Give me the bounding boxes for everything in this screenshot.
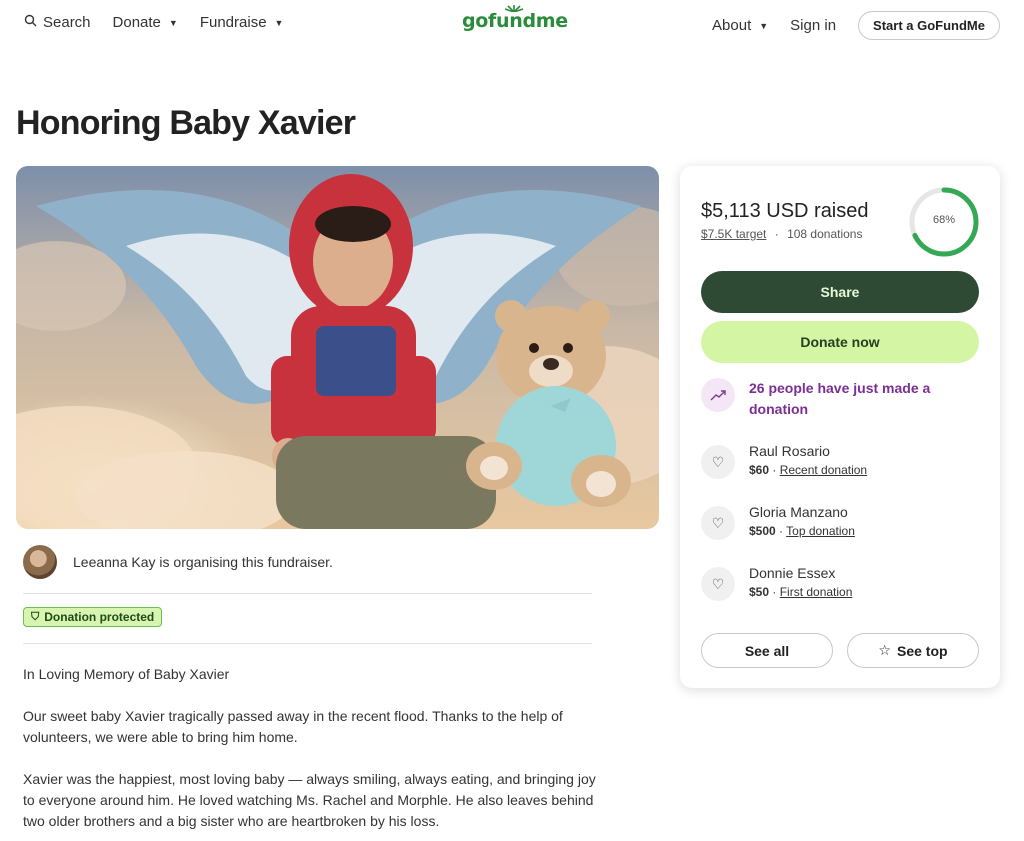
divider bbox=[23, 643, 592, 644]
hero-image bbox=[16, 166, 659, 529]
amount-raised: $5,113 USD raised bbox=[701, 200, 869, 222]
donor-item: ♡ Donnie Essex $50 · First donation bbox=[701, 563, 852, 601]
fundraise-menu[interactable]: Fundraise ▼ bbox=[200, 14, 284, 31]
search-icon bbox=[24, 14, 37, 31]
story-paragraph: Xavier was the happiest, most loving bab… bbox=[23, 771, 596, 829]
story-text: In Loving Memory of Baby Xavier Our swee… bbox=[23, 664, 598, 841]
donor-item: ♡ Raul Rosario $60 · Recent donation bbox=[701, 441, 867, 479]
heart-hand-icon: ♡ bbox=[701, 445, 735, 479]
target-line: $7.5K target · 108 donations bbox=[701, 227, 862, 241]
about-menu[interactable]: About ▼ bbox=[712, 17, 768, 34]
donor-name: Donnie Essex bbox=[749, 565, 836, 581]
donation-count: 108 donations bbox=[787, 227, 863, 241]
see-top-label: See top bbox=[896, 642, 948, 659]
share-button[interactable]: Share bbox=[701, 271, 979, 313]
organiser-avatar[interactable] bbox=[23, 545, 57, 579]
search-link[interactable]: Search bbox=[24, 14, 91, 31]
donor-amount: $60 bbox=[749, 463, 770, 477]
donor-tag[interactable]: Top donation bbox=[786, 524, 855, 538]
chevron-down-icon: ▼ bbox=[274, 17, 284, 28]
star-icon: ☆ bbox=[878, 642, 891, 658]
heart-hand-icon: ♡ bbox=[701, 506, 735, 540]
donor-meta: $50 · First donation bbox=[749, 585, 853, 599]
trending-up-icon bbox=[701, 378, 735, 412]
donor-tag[interactable]: First donation bbox=[780, 585, 853, 599]
gofundme-logo[interactable]: gofundme bbox=[462, 5, 568, 32]
donor-amount: $50 bbox=[749, 585, 770, 599]
logo-sprout-icon bbox=[504, 5, 524, 12]
story-paragraph: Our sweet baby Xavier tragically passed … bbox=[23, 708, 563, 745]
story-paragraph: In Loving Memory of Baby Xavier bbox=[23, 666, 230, 682]
logo-text: gofundme bbox=[462, 10, 568, 32]
organiser-row: Leeanna Kay is organising this fundraise… bbox=[23, 545, 333, 579]
nav-left: Search Donate ▼ Fundraise ▼ bbox=[24, 14, 283, 31]
donor-amount: $500 bbox=[749, 524, 776, 538]
separator: · bbox=[774, 227, 779, 241]
search-label: Search bbox=[43, 14, 91, 31]
badge-label: Donation protected bbox=[44, 610, 155, 624]
signin-link[interactable]: Sign in bbox=[790, 17, 836, 34]
see-top-button[interactable]: ☆ See top bbox=[847, 633, 979, 668]
donor-meta: $500 · Top donation bbox=[749, 524, 855, 538]
donor-tag[interactable]: Recent donation bbox=[780, 463, 867, 477]
chevron-down-icon: ▼ bbox=[759, 20, 769, 31]
start-gofundme-button[interactable]: Start a GoFundMe bbox=[858, 11, 1000, 40]
shield-icon: ⛉ bbox=[31, 610, 40, 623]
target-link[interactable]: $7.5K target bbox=[701, 227, 766, 241]
donor-name: Raul Rosario bbox=[749, 443, 830, 459]
see-all-button[interactable]: See all bbox=[701, 633, 833, 668]
donate-menu[interactable]: Donate ▼ bbox=[113, 14, 178, 31]
page-title: Honoring Baby Xavier bbox=[16, 104, 356, 142]
donation-card: $5,113 USD raised $7.5K target · 108 don… bbox=[680, 166, 1000, 688]
donate-now-button[interactable]: Donate now bbox=[701, 321, 979, 363]
donor-name: Gloria Manzano bbox=[749, 504, 848, 520]
organiser-text: Leeanna Kay is organising this fundraise… bbox=[73, 554, 333, 570]
about-menu-label: About bbox=[712, 17, 752, 34]
fundraise-menu-label: Fundraise bbox=[199, 14, 267, 31]
donate-menu-label: Donate bbox=[112, 14, 161, 31]
heart-hand-icon: ♡ bbox=[701, 567, 735, 601]
progress-label: 68% bbox=[932, 214, 956, 226]
divider bbox=[23, 593, 592, 594]
nav-right: About ▼ Sign in Start a GoFundMe bbox=[712, 11, 1000, 40]
donor-meta: $60 · Recent donation bbox=[749, 463, 868, 477]
donor-item: ♡ Gloria Manzano $500 · Top donation bbox=[701, 502, 855, 540]
activity-text: 26 people have just made a donation bbox=[749, 380, 931, 417]
chevron-down-icon: ▼ bbox=[168, 17, 178, 28]
recent-activity: 26 people have just made a donation bbox=[701, 378, 949, 420]
donation-protected-badge[interactable]: ⛉ Donation protected bbox=[23, 607, 163, 627]
